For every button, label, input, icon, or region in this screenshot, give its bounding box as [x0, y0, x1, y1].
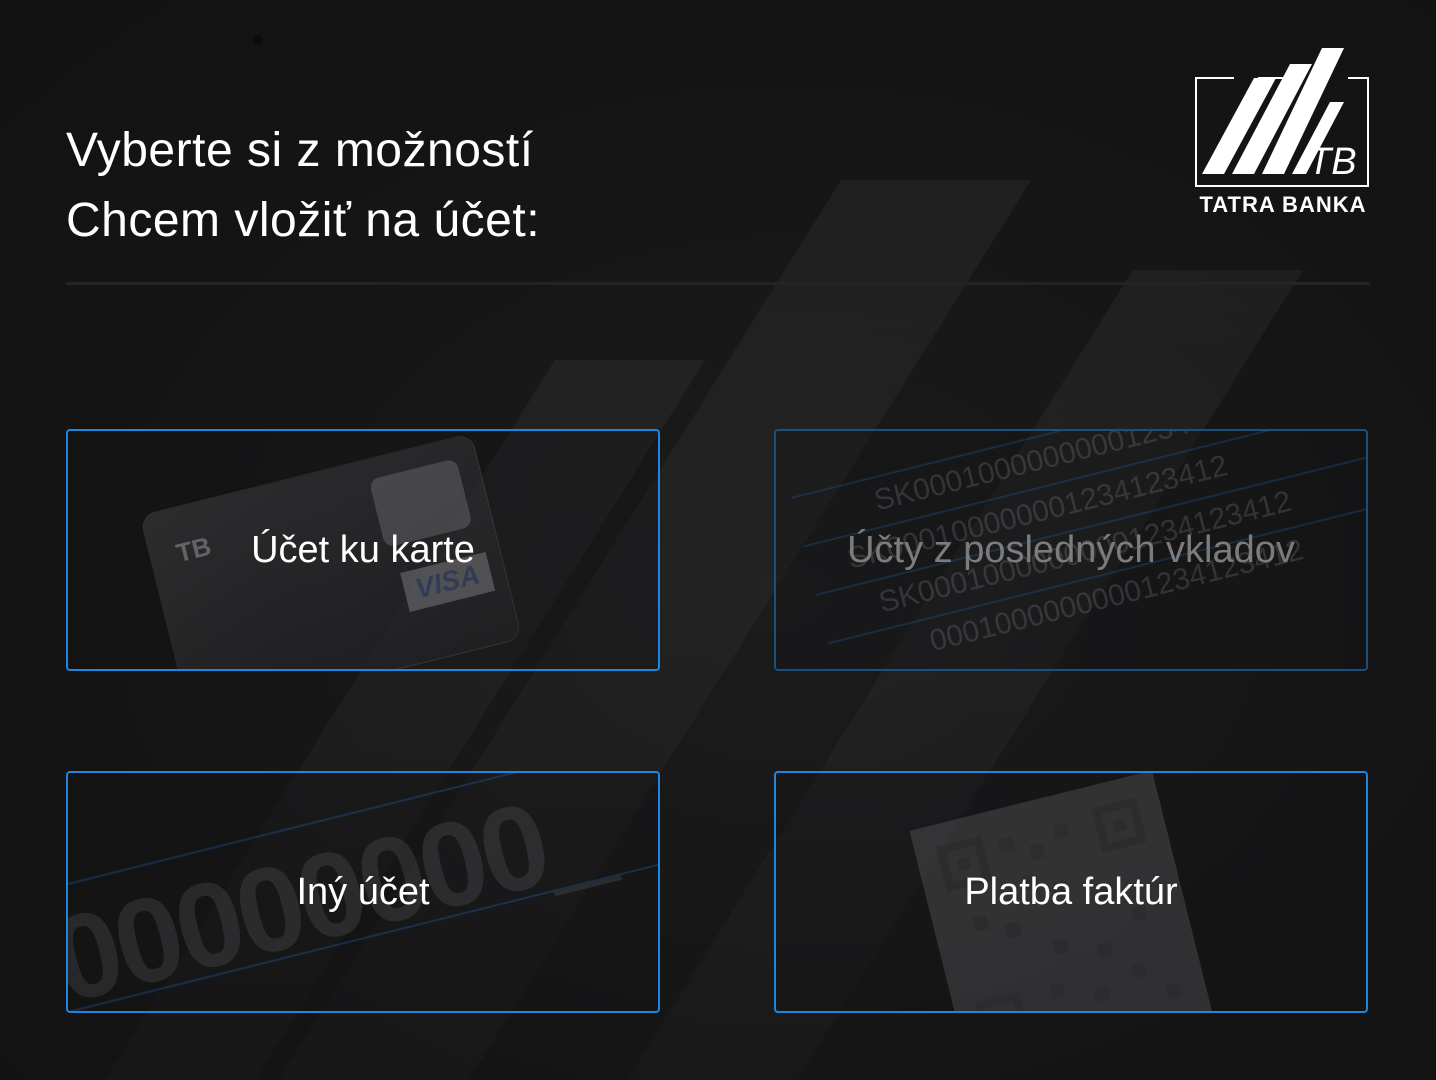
- option-label: Účet ku karte: [251, 528, 475, 571]
- qr-finder: [1091, 797, 1148, 853]
- qr-cell: [1130, 962, 1148, 980]
- qr-cell: [1052, 822, 1070, 840]
- qr-cell: [998, 836, 1016, 854]
- qr-cell: [972, 914, 990, 932]
- qr-finder: [974, 991, 1031, 1011]
- line-rule: [68, 773, 658, 885]
- page-title-line-2: Chcem vložiť na účet:: [66, 194, 541, 247]
- qr-cell: [1004, 921, 1022, 939]
- option-recent-deposits-button[interactable]: SK00010000000001234 SK000100000001234123…: [774, 429, 1368, 671]
- card-logo: TB: [173, 530, 215, 569]
- line-rule: [815, 439, 1366, 596]
- qr-cell: [1096, 941, 1114, 959]
- option-other-account-button[interactable]: 00000000_ Iný účet: [66, 771, 660, 1013]
- qr-cell: [1052, 938, 1070, 956]
- qr-cell: [1093, 985, 1111, 1003]
- page-title-line-1: Vyberte si z možností: [66, 124, 534, 177]
- tatra-banka-logo: TB TATRA BANKA: [1194, 46, 1372, 218]
- logo-text: TATRA BANKA: [1199, 192, 1367, 217]
- option-card-account-button[interactable]: TB VISA Účet ku karte: [66, 429, 660, 671]
- atm-screen: Vyberte si z možností Chcem vložiť na úč…: [0, 0, 1436, 1080]
- camera-dot: [253, 35, 263, 45]
- qr-cell: [1049, 982, 1067, 1000]
- option-label: Účty z posledných vkladov: [847, 528, 1295, 571]
- qr-cell: [1028, 843, 1046, 861]
- logo-monogram: TB: [1308, 141, 1357, 183]
- page-title: Vyberte si z možností Chcem vložiť na úč…: [66, 116, 540, 256]
- line-rule: [791, 431, 1366, 499]
- header-divider: [66, 282, 1370, 285]
- option-label: Platba faktúr: [964, 870, 1178, 913]
- qr-cell: [1164, 982, 1182, 1000]
- option-invoice-payment-button[interactable]: Platba faktúr: [774, 771, 1368, 1013]
- option-label: Iný účet: [296, 870, 430, 913]
- tatra-banka-logo-icon: TB: [1195, 48, 1369, 187]
- account-number-text: SK00010000000001234: [870, 429, 1193, 518]
